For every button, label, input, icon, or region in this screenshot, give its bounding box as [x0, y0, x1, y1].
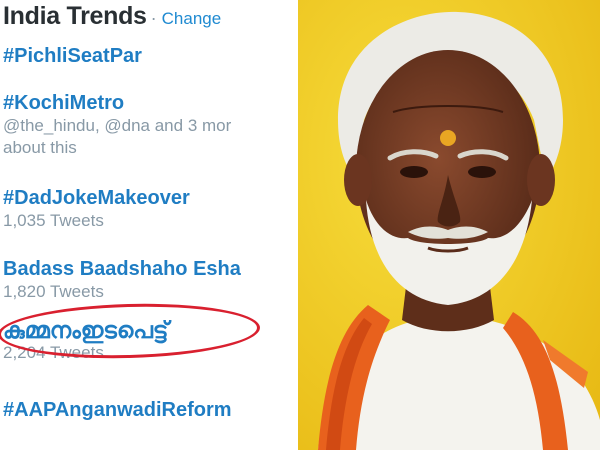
change-link[interactable]: Change [162, 9, 222, 28]
right-eye [468, 166, 496, 178]
trend-item[interactable]: #KochiMetro @the_hindu, @dna and 3 mor a… [3, 91, 231, 159]
trend-meta: @the_hindu, @dna and 3 mor [3, 116, 232, 135]
portrait-illustration [298, 0, 600, 450]
trend-item[interactable]: Badass Baadshaho Esha 1,820 Tweets [3, 257, 241, 303]
highlight-oval [0, 300, 261, 362]
portrait-photo [298, 0, 600, 450]
trend-tweet-count: 1,035 Tweets [3, 211, 104, 230]
trend-tweet-count: 1,820 Tweets [3, 282, 104, 301]
trends-panel: India Trends · Change #PichliSeatPar #Koch… [0, 0, 268, 450]
trend-name[interactable]: #PichliSeatPar [3, 44, 142, 68]
left-ear [344, 154, 372, 206]
trend-meta: about this [3, 138, 77, 157]
trend-name[interactable]: #DadJokeMakeover [3, 186, 190, 210]
trend-name[interactable]: #AAPAnganwadiReform [3, 398, 232, 422]
panel-divider [268, 0, 298, 450]
trend-name[interactable]: Badass Baadshaho Esha [3, 257, 241, 281]
trend-item[interactable]: #PichliSeatPar [3, 44, 142, 68]
tilak-mark [440, 130, 456, 146]
left-eye [400, 166, 428, 178]
right-ear [527, 154, 555, 206]
trends-header: India Trends · Change [3, 2, 221, 31]
trend-name[interactable]: #KochiMetro [3, 91, 231, 115]
header-separator: · [150, 8, 157, 28]
trend-item[interactable]: #DadJokeMakeover 1,035 Tweets [3, 186, 190, 232]
trend-item[interactable]: #AAPAnganwadiReform [3, 398, 232, 422]
trends-title: India Trends [3, 2, 147, 30]
